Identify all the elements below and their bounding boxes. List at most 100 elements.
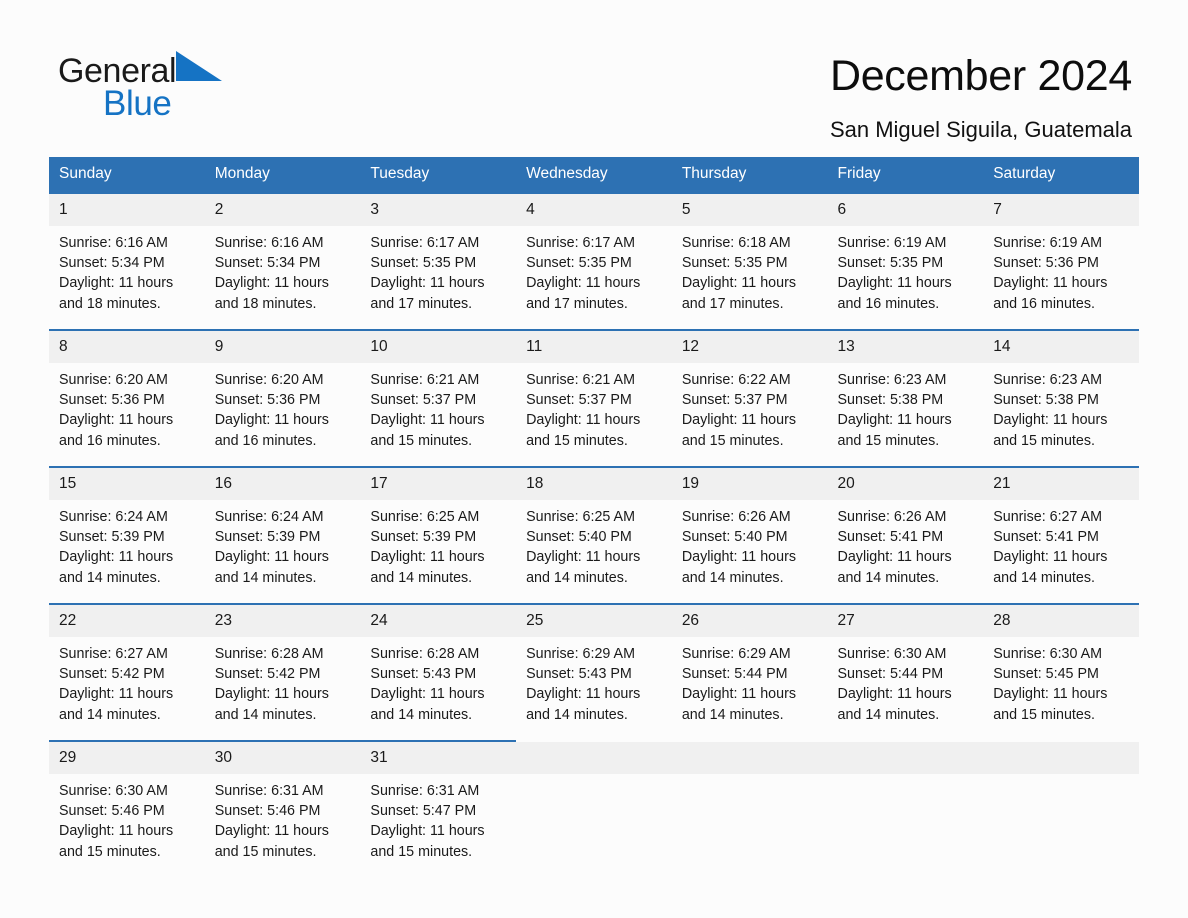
weekday-header-monday: Monday (204, 157, 361, 193)
calendar-day-cell[interactable]: 27 Sunrise: 6:30 AM Sunset: 5:44 PM Dayligh… (827, 603, 984, 741)
sunset-text: Sunset: 5:43 PM (526, 666, 632, 683)
calendar-day-cell[interactable]: 2 Sunrise: 6:16 AM Sunset: 5:34 PM Daylight… (204, 192, 361, 330)
calendar-day-cell[interactable]: 8 Sunrise: 6:20 AM Sunset: 5:36 PM Daylight… (49, 329, 205, 467)
day-number: 20 (827, 468, 984, 500)
day-number: 24 (360, 605, 517, 637)
sunrise-text: Sunrise: 6:17 AM (370, 235, 480, 251)
calendar-day-cell[interactable]: 25 Sunrise: 6:29 AM Sunset: 5:43 PM Dayligh… (516, 603, 672, 741)
day-number: 11 (516, 331, 672, 363)
sunrise-text: Sunrise: 6:18 AM (681, 235, 791, 251)
day-number: 13 (827, 331, 984, 363)
calendar-header-row: Sunday Monday Tuesday Wednesday Thursday… (49, 157, 1139, 193)
sunset-text: Sunset: 5:34 PM (59, 255, 165, 272)
sunrise-text: Sunrise: 6:29 AM (526, 646, 635, 662)
daylight-text: Daylight: 11 hours and 14 minutes. (59, 686, 174, 723)
daylight-text: Daylight: 11 hours and 14 minutes. (993, 549, 1108, 586)
sunrise-text: Sunrise: 6:16 AM (59, 235, 168, 251)
calendar-cell-empty (516, 740, 672, 876)
sunset-text: Sunset: 5:35 PM (681, 255, 788, 272)
sunset-text: Sunset: 5:46 PM (214, 803, 321, 820)
calendar-day-cell[interactable]: 12 Sunrise: 6:22 AM Sunset: 5:37 PM Dayligh… (671, 329, 828, 467)
sunrise-text: Sunrise: 6:22 AM (681, 372, 791, 388)
day-number: 7 (983, 194, 1139, 226)
day-number: 28 (983, 605, 1139, 637)
calendar-day-cell[interactable]: 26 Sunrise: 6:29 AM Sunset: 5:44 PM Dayligh… (671, 603, 828, 741)
day-details: Sunrise: 6:25 AM Sunset: 5:39 PM Daylight:… (360, 500, 516, 588)
day-details: Sunrise: 6:16 AM Sunset: 5:34 PM Daylight:… (205, 226, 361, 314)
day-details: Sunrise: 6:19 AM Sunset: 5:36 PM Daylight:… (983, 226, 1139, 314)
day-number: 22 (49, 605, 205, 637)
sunset-text: Sunset: 5:35 PM (370, 255, 477, 272)
day-details: Sunrise: 6:28 AM Sunset: 5:43 PM Daylight:… (360, 637, 516, 725)
day-number (516, 742, 672, 774)
general-blue-logo[interactable]: General Blue (58, 50, 398, 130)
daylight-text: Daylight: 11 hours and 16 minutes. (59, 412, 174, 449)
calendar-day-cell[interactable]: 1 Sunrise: 6:16 AM Sunset: 5:34 PM Daylight… (49, 192, 205, 330)
day-details: Sunrise: 6:31 AM Sunset: 5:46 PM Daylight:… (205, 774, 361, 862)
daylight-text: Daylight: 11 hours and 14 minutes. (59, 549, 174, 586)
day-number: 16 (204, 468, 361, 500)
sunrise-text: Sunrise: 6:29 AM (681, 646, 791, 662)
sunrise-text: Sunrise: 6:24 AM (59, 509, 168, 525)
calendar-day-cell[interactable]: 5 Sunrise: 6:18 AM Sunset: 5:35 PM Daylight… (671, 192, 828, 330)
sunset-text: Sunset: 5:43 PM (370, 666, 477, 683)
day-details: Sunrise: 6:17 AM Sunset: 5:35 PM Daylight:… (516, 226, 672, 314)
page-header: General Blue December 2024 San Miguel Si… (0, 0, 1188, 152)
calendar-day-cell[interactable]: 14 Sunrise: 6:23 AM Sunset: 5:38 PM Dayligh… (983, 329, 1139, 467)
calendar-day-cell[interactable]: 21 Sunrise: 6:27 AM Sunset: 5:41 PM Dayligh… (983, 466, 1139, 604)
calendar-day-cell[interactable]: 4 Sunrise: 6:17 AM Sunset: 5:35 PM Daylight… (516, 192, 672, 330)
calendar-day-cell[interactable]: 9 Sunrise: 6:20 AM Sunset: 5:36 PM Daylight… (204, 329, 361, 467)
calendar-week-row: 15 Sunrise: 6:24 AM Sunset: 5:39 PM Dayligh… (49, 466, 1139, 604)
sunrise-text: Sunrise: 6:20 AM (214, 372, 324, 388)
sunrise-text: Sunrise: 6:26 AM (837, 509, 947, 525)
title-block: December 2024 San Miguel Siguila, Guatem… (830, 50, 1132, 144)
daylight-text: Daylight: 11 hours and 14 minutes. (681, 686, 796, 723)
sunrise-text: Sunrise: 6:30 AM (993, 646, 1103, 662)
calendar-day-cell[interactable]: 7 Sunrise: 6:19 AM Sunset: 5:36 PM Daylight… (983, 192, 1139, 330)
sunset-text: Sunset: 5:37 PM (370, 392, 477, 409)
sunset-text: Sunset: 5:38 PM (837, 392, 944, 409)
calendar-day-cell[interactable]: 17 Sunrise: 6:25 AM Sunset: 5:39 PM Dayligh… (360, 466, 517, 604)
sunset-text: Sunset: 5:41 PM (837, 529, 944, 546)
sunset-text: Sunset: 5:45 PM (993, 666, 1099, 683)
day-number: 17 (360, 468, 517, 500)
day-number (983, 742, 1139, 774)
calendar-day-cell[interactable]: 15 Sunrise: 6:24 AM Sunset: 5:39 PM Dayligh… (49, 466, 205, 604)
calendar-day-cell[interactable]: 20 Sunrise: 6:26 AM Sunset: 5:41 PM Dayligh… (827, 466, 984, 604)
calendar-cell-empty (671, 740, 828, 876)
calendar-day-cell[interactable]: 16 Sunrise: 6:24 AM Sunset: 5:39 PM Dayligh… (204, 466, 361, 604)
day-details: Sunrise: 6:25 AM Sunset: 5:40 PM Daylight:… (516, 500, 672, 588)
calendar-day-cell[interactable]: 31 Sunrise: 6:31 AM Sunset: 5:47 PM Dayligh… (360, 740, 517, 876)
day-details: Sunrise: 6:20 AM Sunset: 5:36 PM Daylight:… (205, 363, 361, 451)
daylight-text: Daylight: 11 hours and 15 minutes. (993, 686, 1108, 723)
calendar-day-cell[interactable]: 13 Sunrise: 6:23 AM Sunset: 5:38 PM Dayligh… (827, 329, 984, 467)
calendar-day-cell[interactable]: 29 Sunrise: 6:30 AM Sunset: 5:46 PM Dayligh… (49, 740, 205, 876)
day-number: 10 (360, 331, 517, 363)
daylight-text: Daylight: 11 hours and 16 minutes. (837, 275, 952, 312)
triangle-logo-icon (176, 50, 223, 89)
day-number: 27 (827, 605, 984, 637)
calendar-week-row: 22 Sunrise: 6:27 AM Sunset: 5:42 PM Dayligh… (49, 603, 1139, 741)
calendar-day-cell[interactable]: 23 Sunrise: 6:28 AM Sunset: 5:42 PM Dayligh… (204, 603, 361, 741)
day-number: 12 (671, 331, 828, 363)
calendar-day-cell[interactable]: 18 Sunrise: 6:25 AM Sunset: 5:40 PM Dayligh… (516, 466, 672, 604)
daylight-text: Daylight: 11 hours and 16 minutes. (214, 412, 329, 449)
calendar-day-cell[interactable]: 6 Sunrise: 6:19 AM Sunset: 5:35 PM Daylight… (827, 192, 984, 330)
calendar-day-cell[interactable]: 24 Sunrise: 6:28 AM Sunset: 5:43 PM Dayligh… (360, 603, 517, 741)
calendar-day-cell[interactable]: 28 Sunrise: 6:30 AM Sunset: 5:45 PM Dayligh… (983, 603, 1139, 741)
daylight-text: Daylight: 11 hours and 15 minutes. (59, 823, 174, 860)
calendar-day-cell[interactable]: 19 Sunrise: 6:26 AM Sunset: 5:40 PM Dayligh… (671, 466, 828, 604)
daylight-text: Daylight: 11 hours and 14 minutes. (681, 549, 796, 586)
sunset-text: Sunset: 5:39 PM (59, 529, 165, 546)
calendar-day-cell[interactable]: 30 Sunrise: 6:31 AM Sunset: 5:46 PM Dayligh… (204, 740, 361, 876)
day-details: Sunrise: 6:22 AM Sunset: 5:37 PM Daylight:… (672, 363, 828, 451)
day-details: Sunrise: 6:31 AM Sunset: 5:47 PM Daylight:… (360, 774, 516, 862)
sunset-text: Sunset: 5:36 PM (59, 392, 165, 409)
calendar-day-cell[interactable]: 11 Sunrise: 6:21 AM Sunset: 5:37 PM Dayligh… (516, 329, 672, 467)
calendar-day-cell[interactable]: 22 Sunrise: 6:27 AM Sunset: 5:42 PM Dayligh… (49, 603, 205, 741)
calendar-page: General Blue December 2024 San Miguel Si… (0, 0, 1188, 918)
calendar-day-cell[interactable]: 3 Sunrise: 6:17 AM Sunset: 5:35 PM Daylight… (360, 192, 517, 330)
calendar-week-row: 1 Sunrise: 6:16 AM Sunset: 5:34 PM Daylight… (49, 192, 1139, 330)
calendar-day-cell[interactable]: 10 Sunrise: 6:21 AM Sunset: 5:37 PM Dayligh… (360, 329, 517, 467)
page-subtitle-location: San Miguel Siguila, Guatemala (829, 117, 1132, 142)
